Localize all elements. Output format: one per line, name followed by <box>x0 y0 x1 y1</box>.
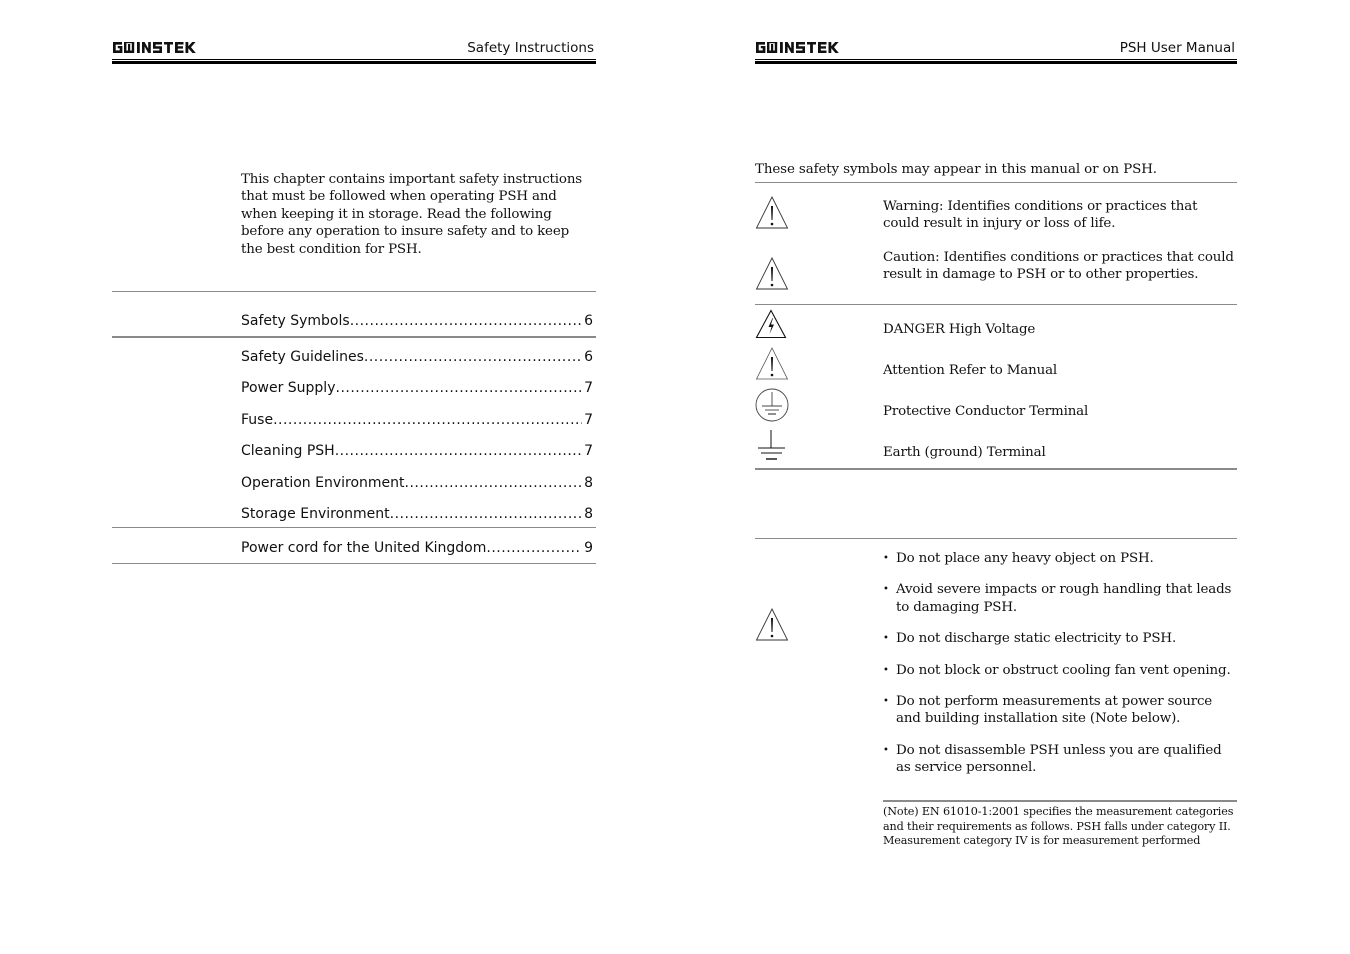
toc-leader <box>273 412 582 428</box>
list-item: Do not block or obstruct cooling fan ven… <box>883 662 1239 680</box>
toc-leader <box>486 540 582 556</box>
toc-label: Cleaning PSH <box>241 443 335 459</box>
toc-leader <box>390 506 582 522</box>
caution-triangle-icon <box>755 256 789 290</box>
earth-ground-icon <box>758 430 785 460</box>
symbol-description-caution: Caution: Identifies conditions or practi… <box>883 250 1234 283</box>
divider <box>755 468 1237 470</box>
note-line: Measurement category IV is for measureme… <box>883 834 1201 848</box>
header-title: Safety Instructions <box>467 40 594 56</box>
toc-page: 9 <box>584 540 593 556</box>
toc-item-storage-environment[interactable]: Storage Environment 8 <box>241 506 593 526</box>
toc-leader <box>336 380 583 396</box>
symbol-description-high-voltage: DANGER High Voltage <box>883 322 1036 337</box>
symbol-description-attention: Attention Refer to Manual <box>883 363 1058 378</box>
gw-instek-logo: GW INSTEK <box>113 42 196 53</box>
toc-page: 6 <box>584 349 593 365</box>
header-rule-thin <box>755 59 1237 60</box>
toc-page: 8 <box>584 506 593 522</box>
toc-label: Operation Environment <box>241 475 405 491</box>
high-voltage-icon <box>755 309 787 339</box>
note-line: (Note) EN 61010-1:2001 specifies the mea… <box>883 805 1234 833</box>
list-item: Do not disassemble PSH unless you are qu… <box>883 742 1239 777</box>
safety-guidelines-list: Do not place any heavy object on PSH. Av… <box>883 550 1239 791</box>
warning-triangle-icon <box>755 195 789 229</box>
toc-label: Fuse <box>241 412 274 428</box>
divider <box>755 182 1237 183</box>
toc-leader <box>350 313 582 329</box>
header-rule-thin <box>112 59 596 60</box>
attention-triangle-icon <box>755 347 789 380</box>
toc-item-fuse[interactable]: Fuse 7 <box>241 412 593 432</box>
list-item: Avoid severe impacts or rough handling t… <box>883 581 1239 616</box>
toc-leader <box>364 349 582 365</box>
header-rule-thick <box>112 61 596 64</box>
caution-triangle-icon <box>755 607 789 641</box>
chapter-intro: This chapter contains important safety i… <box>241 172 583 257</box>
toc-label: Power cord for the United Kingdom <box>241 540 487 556</box>
toc-item-safety-symbols[interactable]: Safety Symbols 6 <box>241 313 593 333</box>
list-item: Do not place any heavy object on PSH. <box>883 550 1239 568</box>
toc-item-safety-guidelines[interactable]: Safety Guidelines 6 <box>241 349 593 369</box>
toc-leader <box>335 443 582 459</box>
toc-item-cleaning-psh[interactable]: Cleaning PSH 7 <box>241 443 593 463</box>
toc-leader <box>405 475 583 491</box>
toc-page: 7 <box>584 380 593 396</box>
list-item: Do not discharge static electricity to P… <box>883 630 1239 648</box>
divider <box>755 538 1237 539</box>
divider <box>112 563 596 564</box>
toc-label: Storage Environment <box>241 506 390 522</box>
gw-instek-logo: GW INSTEK <box>756 42 839 53</box>
left-page: GW INSTEK Safety Instruc <box>112 0 596 954</box>
symbol-description-earth-ground: Earth (ground) Terminal <box>883 445 1046 460</box>
divider <box>112 291 596 292</box>
header-title: PSH User Manual <box>1119 40 1235 56</box>
divider <box>755 304 1237 305</box>
symbol-description-protective-conductor: Protective Conductor Terminal <box>883 404 1089 419</box>
note-divider <box>883 800 1237 802</box>
page-header: GW INSTEK Safety Instruc <box>112 38 596 58</box>
symbol-description-warning: Warning: Identifies conditions or practi… <box>883 199 1198 232</box>
toc-page: 7 <box>584 443 593 459</box>
toc-label: Power Supply <box>241 380 336 396</box>
toc-item-operation-environment[interactable]: Operation Environment 8 <box>241 475 593 495</box>
divider <box>112 336 596 338</box>
toc-item-power-cord-uk[interactable]: Power cord for the United Kingdom 9 <box>241 540 593 560</box>
toc-page: 7 <box>584 412 593 428</box>
header-rule-thick <box>755 61 1237 64</box>
toc-item-power-supply[interactable]: Power Supply 7 <box>241 380 593 400</box>
toc-label: Safety Symbols <box>241 313 350 329</box>
symbols-intro: These safety symbols may appear in this … <box>755 162 1157 177</box>
divider <box>112 527 596 528</box>
right-page: GW INSTEK PSH User Manual These safety s… <box>755 0 1237 954</box>
page-header: GW INSTEK PSH User Manual <box>755 38 1237 58</box>
list-item: Do not perform measurements at power sou… <box>883 693 1239 728</box>
measurement-note: (Note) EN 61010-1:2001 specifies the mea… <box>883 805 1237 849</box>
toc-page: 6 <box>584 313 593 329</box>
protective-conductor-icon <box>755 388 789 422</box>
toc-page: 8 <box>584 475 593 491</box>
toc-label: Safety Guidelines <box>241 349 364 365</box>
